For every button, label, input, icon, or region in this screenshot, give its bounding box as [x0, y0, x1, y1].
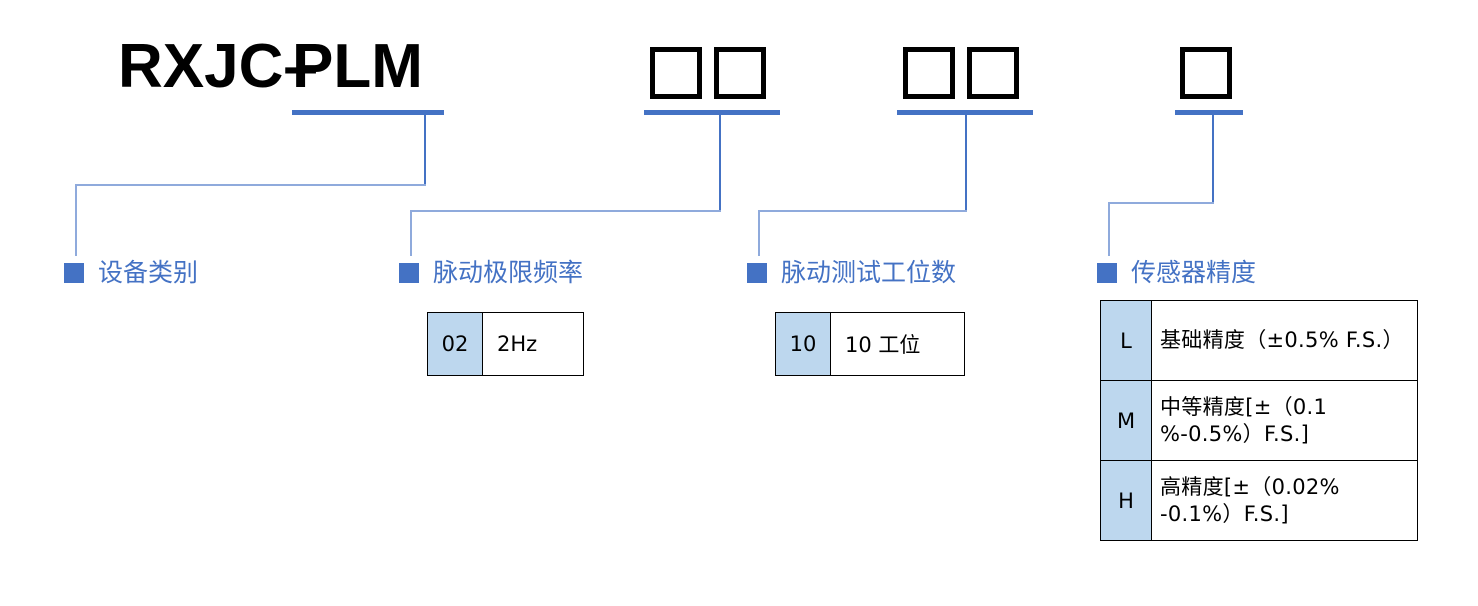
underline-device-type [292, 110, 444, 115]
underline-accuracy [1175, 110, 1243, 115]
leader-accuracy-vertical-drop [1108, 202, 1110, 256]
bullet-square-icon [747, 262, 767, 283]
model-code-diagram: RXJC– PLM 设备类别 脉动极限频率 脉动测试工位数 传感器精度 02 2… [0, 0, 1478, 606]
leader-stations-vertical-top [965, 113, 967, 211]
placeholder-box-stations-1 [903, 47, 955, 99]
category-label-pulsation-stations: 脉动测试工位数 [747, 260, 956, 285]
option-table-frequency: 02 2Hz [427, 312, 584, 376]
category-label-sensor-accuracy: 传感器精度 [1097, 260, 1256, 285]
option-desc-accuracy-2: 高精度[±（0.02% -0.1%）F.S.] [1151, 460, 1418, 541]
table-row: L 基础精度（±0.5% F.S.） [1100, 300, 1418, 381]
option-desc-stations-0: 10 工位 [830, 312, 965, 376]
option-code-stations-0: 10 [775, 312, 831, 376]
placeholder-box-frequency-1 [650, 47, 702, 99]
leader-stations-vertical-drop [758, 210, 760, 256]
underline-frequency [644, 110, 780, 115]
model-prefix-text: RXJC– [118, 32, 318, 101]
model-segment-device-type: PLM [292, 32, 423, 101]
table-row: 02 2Hz [427, 312, 584, 376]
leader-frequency-vertical-top [719, 113, 721, 211]
bullet-square-icon [1097, 262, 1117, 283]
category-label-device-type: 设备类别 [64, 260, 198, 285]
table-row: 10 10 工位 [775, 312, 965, 376]
category-text-pulsation-frequency: 脉动极限频率 [433, 258, 584, 287]
category-text-pulsation-stations: 脉动测试工位数 [781, 258, 957, 287]
option-table-stations: 10 10 工位 [775, 312, 965, 376]
table-row: H 高精度[±（0.02% -0.1%）F.S.] [1100, 460, 1418, 541]
category-text-device-type: 设备类别 [98, 258, 199, 287]
option-code-accuracy-1: M [1100, 380, 1152, 461]
leader-device-type-vertical-top [424, 113, 426, 185]
bullet-square-icon [399, 262, 419, 283]
option-code-frequency-0: 02 [427, 312, 483, 376]
category-text-sensor-accuracy: 传感器精度 [1131, 258, 1257, 287]
option-code-accuracy-2: H [1100, 460, 1152, 541]
category-label-pulsation-frequency: 脉动极限频率 [399, 260, 583, 285]
option-desc-frequency-0: 2Hz [482, 312, 584, 376]
placeholder-box-accuracy-1 [1180, 47, 1232, 99]
leader-frequency-vertical-drop [410, 210, 412, 256]
placeholder-box-frequency-2 [714, 47, 766, 99]
option-code-accuracy-0: L [1100, 300, 1152, 381]
option-desc-accuracy-0: 基础精度（±0.5% F.S.） [1151, 300, 1418, 381]
placeholder-box-stations-2 [967, 47, 1019, 99]
leader-accuracy-vertical-top [1212, 113, 1214, 203]
leader-stations-horizontal [758, 210, 967, 212]
option-table-sensor-accuracy: L 基础精度（±0.5% F.S.） M 中等精度[±（0.1 %-0.5%）F… [1100, 300, 1418, 541]
bullet-square-icon [64, 262, 84, 283]
leader-frequency-horizontal [410, 210, 721, 212]
leader-accuracy-horizontal [1108, 202, 1214, 204]
leader-device-type-vertical-drop [75, 184, 77, 256]
leader-device-type-horizontal [75, 184, 426, 186]
option-desc-accuracy-1: 中等精度[±（0.1 %-0.5%）F.S.] [1151, 380, 1418, 461]
table-row: M 中等精度[±（0.1 %-0.5%）F.S.] [1100, 380, 1418, 461]
